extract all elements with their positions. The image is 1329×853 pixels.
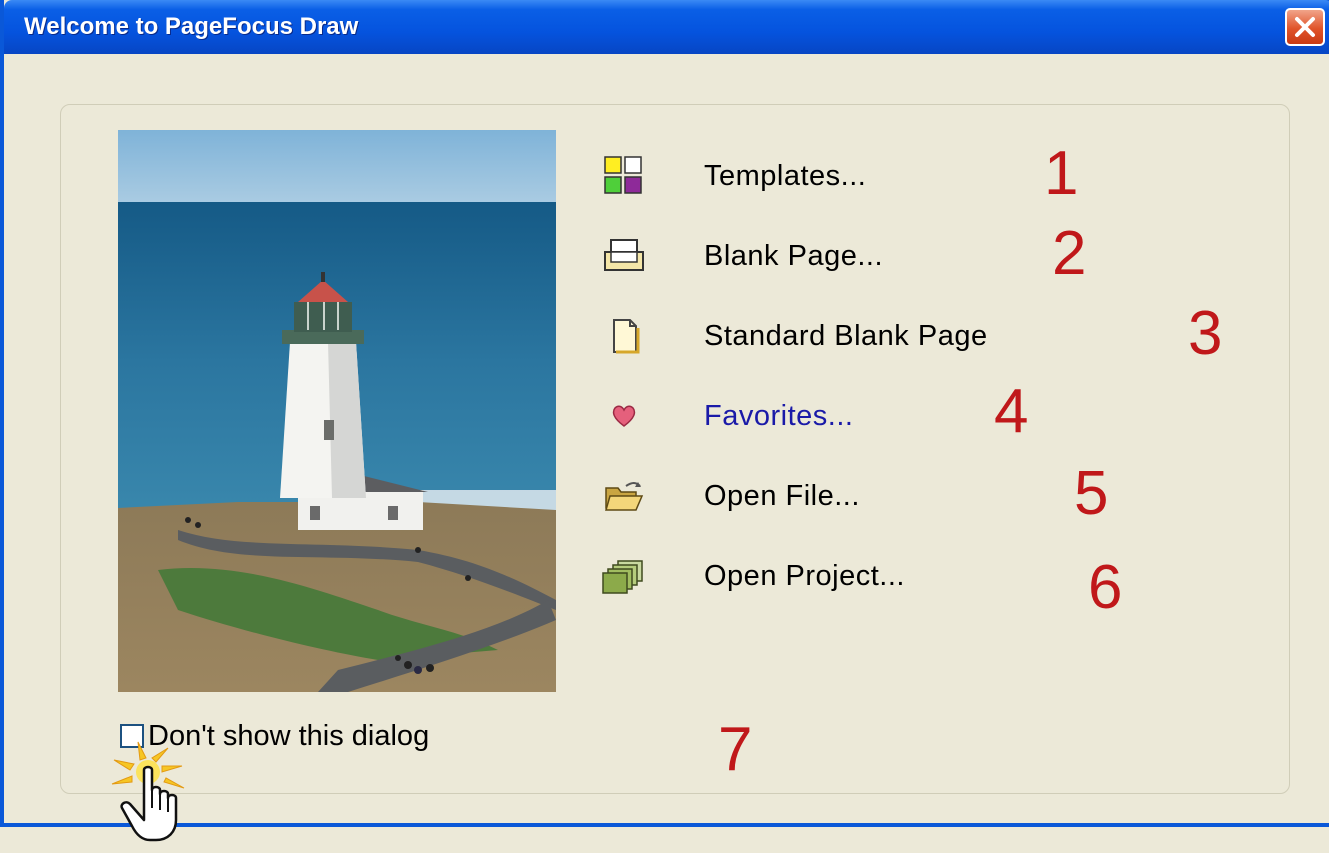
- templates-label: Templates...: [704, 159, 867, 192]
- annotation-number-5: 5: [1074, 459, 1109, 528]
- blank-page-item[interactable]: Blank Page...: [600, 228, 1200, 284]
- stacked-pages-icon: [600, 552, 648, 600]
- open-folder-icon: [600, 472, 648, 520]
- blank-page-label: Blank Page...: [704, 239, 883, 272]
- templates-item[interactable]: Templates...: [600, 148, 1200, 204]
- annotation-number-1: 1: [1044, 139, 1079, 208]
- standard-blank-page-label: Standard Blank Page: [704, 319, 988, 352]
- dialog-body: Templates... Blank Page... Standard Blan…: [8, 54, 1329, 842]
- heart-icon: [600, 392, 648, 440]
- favorites-label: Favorites...: [704, 399, 854, 432]
- lighthouse-photo: [118, 130, 556, 692]
- close-x-icon: [1295, 17, 1315, 37]
- annotation-number-2: 2: [1052, 219, 1087, 288]
- title-bar[interactable]: Welcome to PageFocus Draw: [4, 0, 1329, 54]
- close-button[interactable]: [1285, 8, 1325, 46]
- annotation-number-3: 3: [1188, 299, 1223, 368]
- window-title: Welcome to PageFocus Draw: [24, 13, 359, 40]
- open-project-label: Open Project...: [704, 559, 905, 592]
- annotation-number-4: 4: [994, 377, 1029, 446]
- open-file-label: Open File...: [704, 479, 860, 512]
- document-icon: [600, 312, 648, 360]
- open-file-item[interactable]: Open File...: [600, 468, 1200, 524]
- templates-grid-icon: [600, 152, 648, 200]
- blank-page-icon: [600, 232, 648, 280]
- welcome-dialog: Welcome to PageFocus Draw Templates... B…: [0, 0, 1329, 842]
- hand-cursor-icon: [110, 738, 220, 848]
- annotation-number-7: 7: [718, 715, 753, 784]
- favorites-item[interactable]: Favorites...: [600, 388, 1200, 444]
- standard-blank-page-item[interactable]: Standard Blank Page: [600, 308, 1200, 364]
- annotation-number-6: 6: [1088, 553, 1123, 622]
